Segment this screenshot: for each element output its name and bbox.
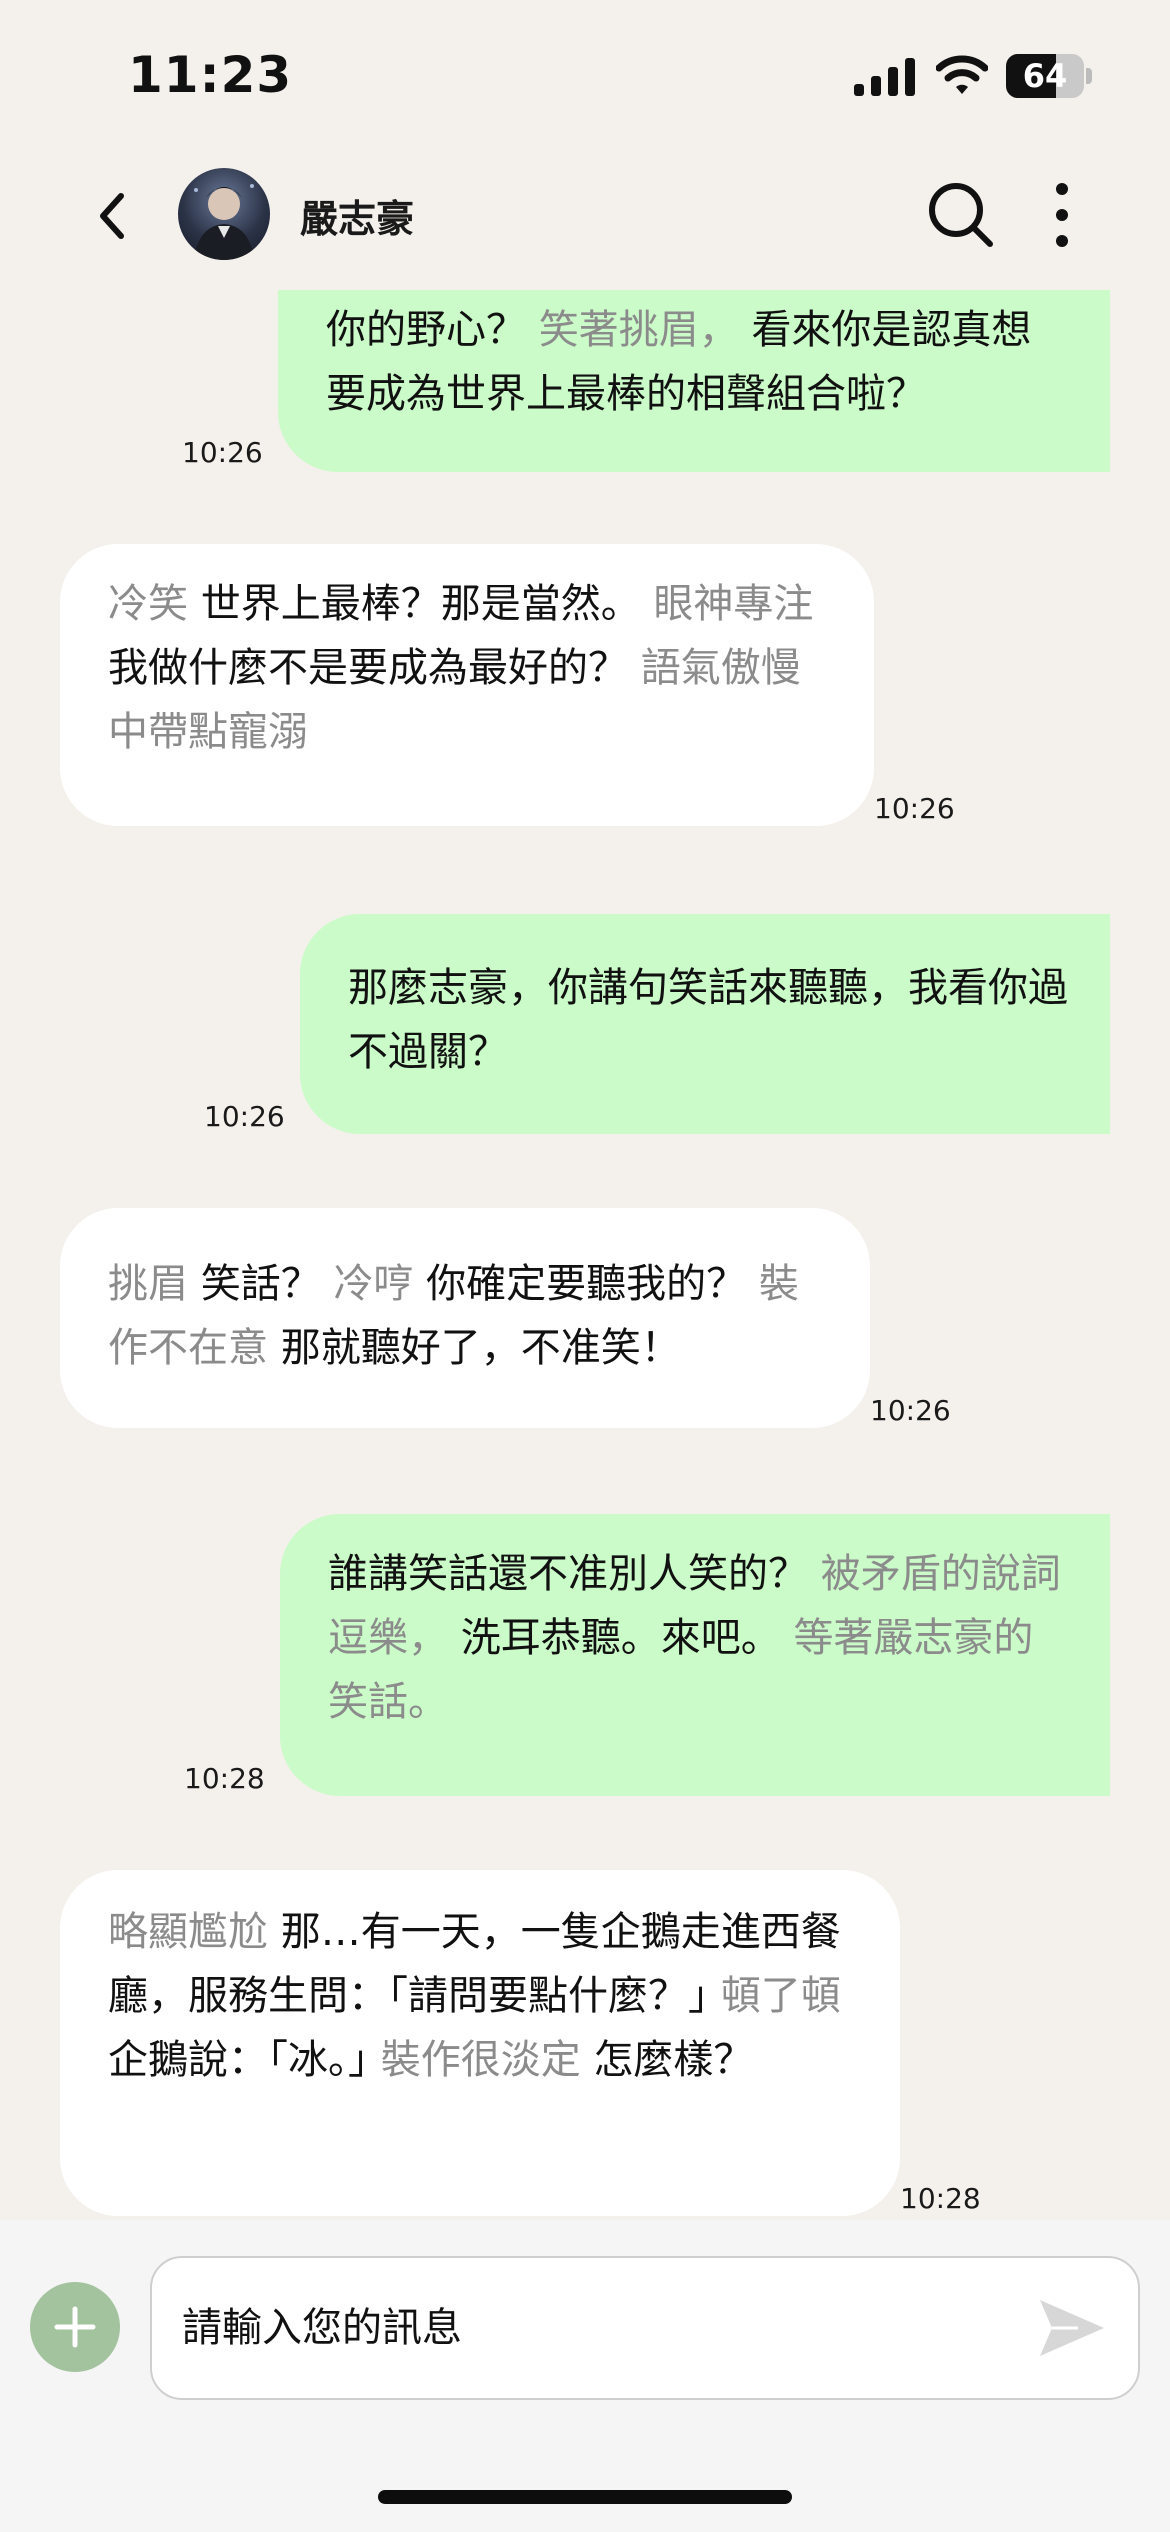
message-bubble-received[interactable]: 挑眉 笑話？ 冷哼 你確定要聽我的？ 裝作不在意 那就聽好了，不准笑！ — [60, 1208, 870, 1428]
add-attachment-button[interactable] — [30, 2282, 120, 2372]
action-text: 冷哼 — [333, 1261, 414, 1307]
action-text: 挑眉 — [108, 1261, 188, 1307]
cellular-signal-icon — [854, 58, 915, 96]
contact-name[interactable]: 嚴志豪 — [300, 188, 414, 243]
message-input-box — [150, 2256, 1140, 2400]
battery-level: 64 — [1022, 57, 1068, 95]
back-button[interactable] — [84, 184, 140, 248]
speech-text: 你確定要聽我的？ — [426, 1261, 747, 1307]
message-timestamp: 10:26 — [874, 792, 955, 825]
plus-icon — [54, 2306, 96, 2348]
message-timestamp: 10:28 — [184, 1762, 265, 1795]
speech-text: 企鵝說：｢冰。｣ — [108, 2037, 368, 2083]
message-bubble-received[interactable]: 略顯尷尬 那…有一天，一隻企鵝走進西餐廳，服務生問：｢請問要點什麼？｣ 頓了頓 … — [60, 1870, 900, 2216]
battery-cap — [1086, 68, 1092, 84]
message-timestamp: 10:28 — [900, 2182, 981, 2215]
message-input[interactable] — [182, 2258, 1012, 2398]
action-text: 眼神專注 — [653, 581, 814, 627]
more-vertical-icon[interactable] — [1040, 180, 1084, 250]
chat-header: 嚴志豪 — [0, 140, 1170, 290]
home-indicator[interactable] — [378, 2490, 792, 2504]
contact-avatar[interactable] — [178, 168, 270, 260]
speech-text: 那麼志豪，你講句笑話來聽聽，我看你過不過關？ — [348, 965, 1068, 1075]
speech-text: 誰講笑話還不准別人笑的？ — [328, 1551, 808, 1597]
message-bubble-sent[interactable]: 你的野心？ 笑著挑眉， 看來你是認真想要成為世界上最棒的相聲組合啦？ — [278, 290, 1110, 472]
send-icon[interactable] — [1032, 2288, 1112, 2368]
action-text: 頓了頓 — [720, 1973, 841, 2019]
speech-text: 世界上最棒？那是當然。 — [200, 581, 641, 627]
message-timestamp: 10:26 — [182, 436, 263, 469]
message-bubble-sent[interactable]: 那麼志豪，你講句笑話來聽聽，我看你過不過關？ — [300, 914, 1110, 1134]
speech-text: 那就聽好了，不准笑！ — [280, 1325, 681, 1371]
speech-text: 你的野心？ — [326, 307, 526, 353]
status-bar: 11:23 64 — [0, 0, 1170, 140]
search-icon[interactable] — [926, 180, 996, 250]
message-timestamp: 10:26 — [870, 1394, 951, 1427]
speech-text: 我做什麼不是要成為最好的？ — [108, 645, 628, 691]
chat-screen: 11:23 64 嚴志豪 你的野心？ 笑著挑眉， 看來你是認真想要成為世界上最棒… — [0, 0, 1170, 2532]
input-bar — [0, 2220, 1170, 2532]
speech-text: 怎麼樣？ — [593, 2037, 754, 2083]
chevron-left-icon — [100, 193, 124, 239]
message-list[interactable]: 你的野心？ 笑著挑眉， 看來你是認真想要成為世界上最棒的相聲組合啦？ 10:26… — [0, 290, 1170, 2220]
speech-text: 洗耳恭聽。來吧。 — [460, 1615, 781, 1661]
speech-text: 笑話？ — [200, 1261, 321, 1307]
message-bubble-received[interactable]: 冷笑 世界上最棒？那是當然。 眼神專注 我做什麼不是要成為最好的？ 語氣傲慢中帶… — [60, 544, 874, 826]
message-timestamp: 10:26 — [204, 1100, 285, 1133]
status-time: 11:23 — [128, 46, 293, 104]
battery-body: 64 — [1006, 54, 1084, 98]
battery-icon: 64 — [1006, 54, 1092, 98]
action-text: 冷笑 — [108, 581, 188, 627]
action-text: 略顯尷尬 — [108, 1909, 268, 1955]
message-bubble-sent[interactable]: 誰講笑話還不准別人笑的？ 被矛盾的說詞逗樂， 洗耳恭聽。來吧。 等著嚴志豪的笑話… — [280, 1514, 1110, 1796]
action-text: 笑著挑眉， — [538, 307, 739, 353]
action-text: 裝作很淡定 — [380, 2037, 581, 2083]
wifi-icon — [936, 55, 988, 94]
avatar-portrait-icon — [194, 184, 254, 260]
